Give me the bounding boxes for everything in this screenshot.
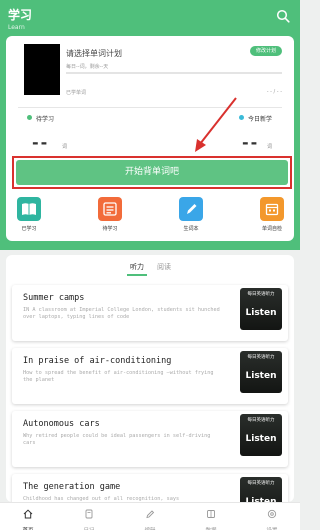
article-thumbnail: 每日英语听力 Listen xyxy=(240,288,282,330)
calendar-icon xyxy=(260,197,284,221)
article-desc: IN A classroom at Imperial College Londo… xyxy=(23,307,220,320)
learned-words-label: 已学单词 xyxy=(66,90,87,96)
pending-dot xyxy=(27,115,32,120)
article-title: The generation game xyxy=(23,482,121,492)
pen-icon xyxy=(179,197,203,221)
plan-title: 请选择单词计划 xyxy=(66,49,122,58)
today-count: -- xyxy=(242,133,260,152)
pending-label: 待学习 xyxy=(36,116,55,123)
today-label: 今日新学 xyxy=(248,116,273,123)
nav-settings[interactable]: 设置 xyxy=(252,504,292,530)
article-item[interactable]: Autonomous cars Why retired people could… xyxy=(12,411,288,467)
pending-count: -- xyxy=(32,133,50,152)
settings-icon xyxy=(267,509,277,519)
tab-reading[interactable]: 阅读 xyxy=(157,262,171,272)
nav-diary-label: 日记 xyxy=(69,526,109,530)
change-plan-button[interactable]: 修改计划 xyxy=(250,46,282,56)
edit-icon xyxy=(146,510,155,519)
shortcut-learned-label: 已学习 xyxy=(21,226,37,232)
nav-settings-label: 设置 xyxy=(252,526,292,530)
shortcut-self-test-label: 单词自检 xyxy=(261,226,282,232)
thumbnail-badge: 每日英语听力 xyxy=(247,292,275,297)
thumbnail-badge: 每日英语听力 xyxy=(247,355,275,360)
nav-edit[interactable]: 编辑 xyxy=(130,504,170,530)
shortcut-pending[interactable]: 待学习 xyxy=(95,197,125,232)
thumbnail-label: Listen xyxy=(245,434,277,444)
article-title: Summer camps xyxy=(23,293,85,303)
nav-diary[interactable]: 日记 xyxy=(69,504,109,530)
book-icon xyxy=(17,197,41,221)
thumbnail-label: Listen xyxy=(245,308,277,318)
book-cover[interactable] xyxy=(24,44,60,95)
thumbnail-label: Listen xyxy=(245,371,277,381)
nav-home[interactable]: 首页 xyxy=(8,504,48,530)
article-thumbnail: 每日英语听力 Listen xyxy=(240,414,282,456)
shortcut-self-test[interactable]: 单词自检 xyxy=(257,197,287,232)
search-icon[interactable] xyxy=(276,9,290,23)
thumbnail-badge: 每日英语听力 xyxy=(247,418,275,423)
nav-edit-label: 编辑 xyxy=(130,526,170,530)
article-title: Autonomous cars xyxy=(23,419,100,429)
today-dot xyxy=(239,115,244,120)
nav-data-label: 数据 xyxy=(191,526,231,530)
active-tab-indicator xyxy=(127,274,147,276)
thumbnail-badge: 每日英语听力 xyxy=(247,481,275,486)
article-title: In praise of air-conditioning xyxy=(23,356,172,366)
page-title: 学习 xyxy=(8,8,33,22)
article-item[interactable]: Summer camps IN A classroom at Imperial … xyxy=(12,285,288,341)
page-header: 学习 Learn xyxy=(8,6,32,31)
data-icon xyxy=(207,510,215,518)
tab-listening[interactable]: 听力 xyxy=(130,262,144,272)
start-learning-button[interactable]: 开始背单词吧 xyxy=(16,160,288,185)
article-desc: Why retired people could be ideal passen… xyxy=(23,433,211,446)
page-subtitle: Learn xyxy=(8,24,25,31)
article-thumbnail: 每日英语听力 Listen xyxy=(240,351,282,393)
list-icon xyxy=(98,197,122,221)
pending-unit: 词 xyxy=(62,144,68,150)
shortcut-learned[interactable]: 已学习 xyxy=(14,197,44,232)
learned-progress-text: - - / - - xyxy=(266,89,282,95)
divider xyxy=(18,107,282,108)
shortcut-vocabulary[interactable]: 生词本 xyxy=(176,197,206,232)
plan-summary: 每日--词，剩余--天 xyxy=(66,64,109,70)
plan-progress-bar xyxy=(66,72,282,74)
article-item[interactable]: In praise of air-conditioning How to spr… xyxy=(12,348,288,404)
shortcut-pending-label: 待学习 xyxy=(102,226,118,232)
nav-home-label: 首页 xyxy=(8,526,48,530)
article-desc: How to spread the benefit of air-conditi… xyxy=(23,370,214,383)
nav-data[interactable]: 数据 xyxy=(191,504,231,530)
shortcut-vocabulary-label: 生词本 xyxy=(183,226,199,232)
today-unit: 词 xyxy=(267,144,273,150)
diary-icon xyxy=(85,509,93,519)
home-icon xyxy=(23,509,33,519)
